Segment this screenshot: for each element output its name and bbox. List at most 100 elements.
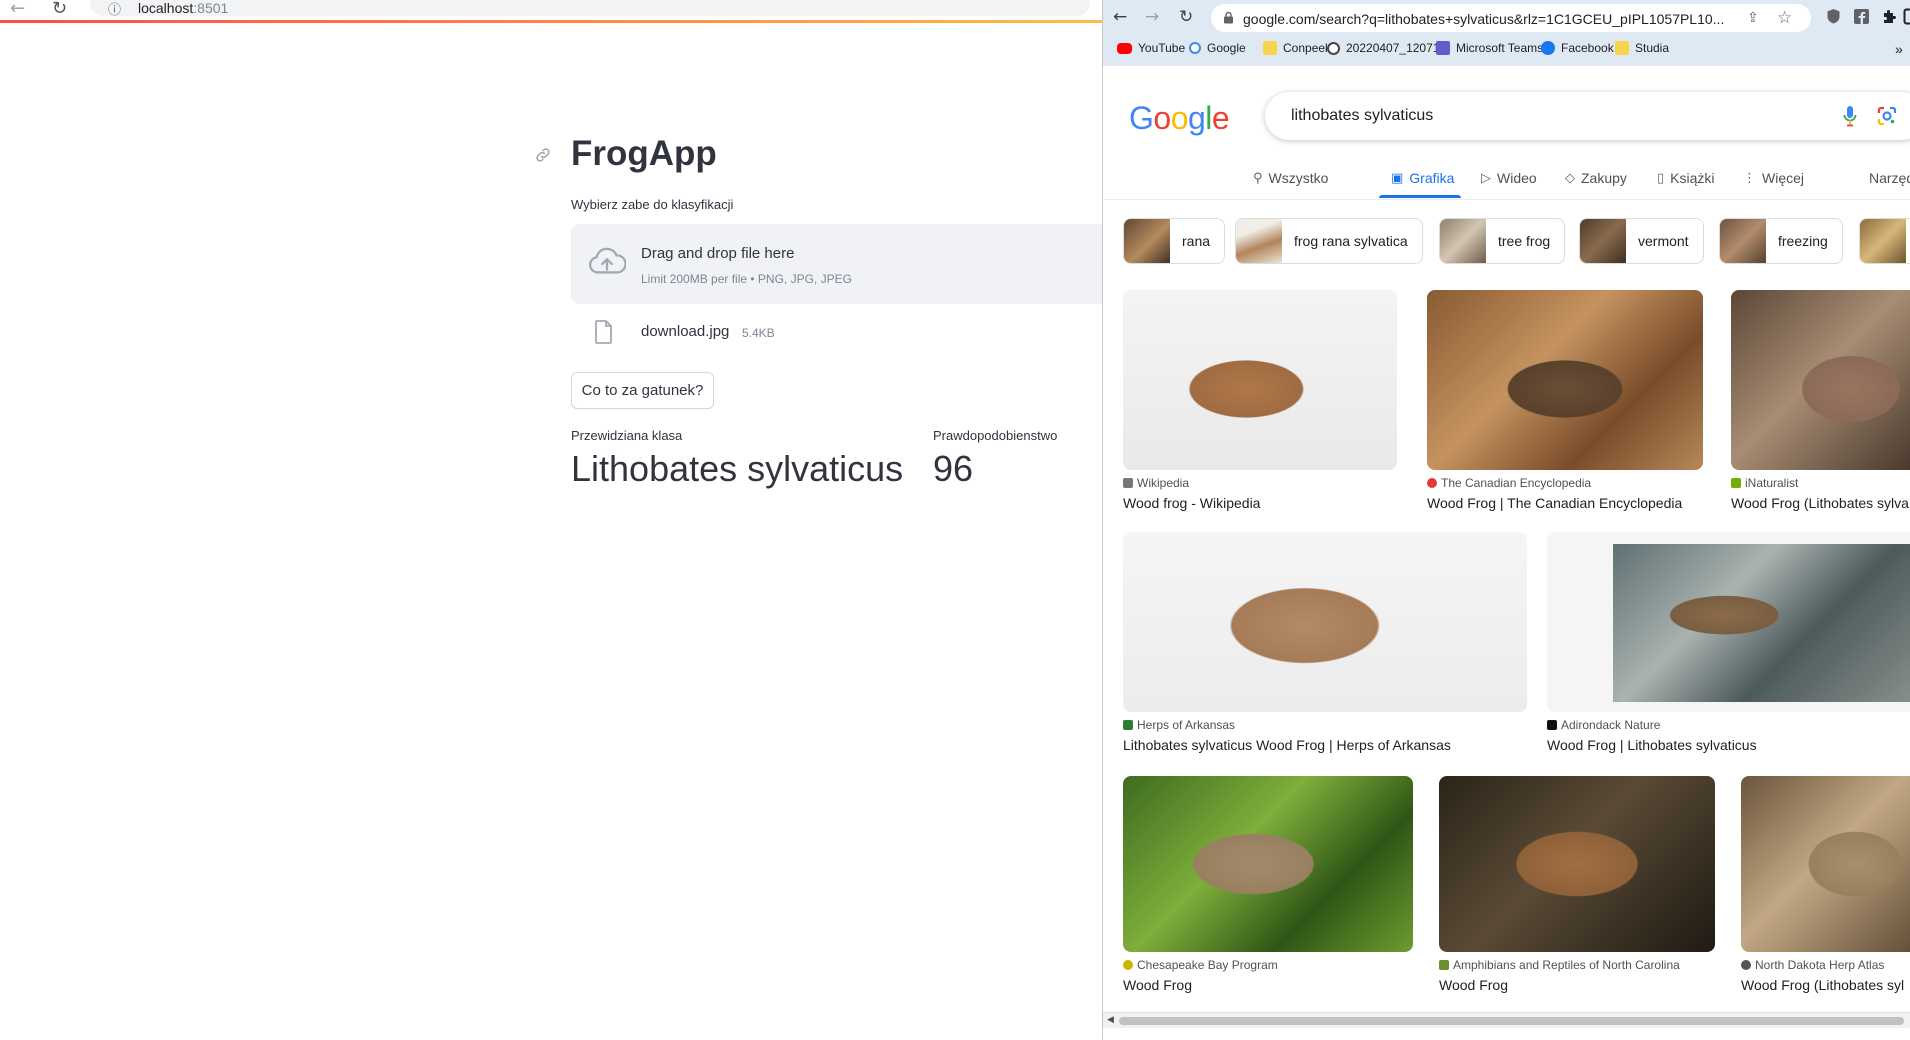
- logo-letter: g: [1187, 100, 1206, 136]
- tab-shopping[interactable]: ◇ Zakupy: [1565, 170, 1627, 186]
- bookmark-label: Facebook: [1561, 41, 1614, 55]
- puzzle-extension-icon[interactable]: [1881, 8, 1898, 25]
- microphone-icon[interactable]: [1843, 105, 1857, 127]
- chip-freezing[interactable]: freezing: [1719, 218, 1843, 264]
- reload-icon[interactable]: ↻: [52, 0, 67, 19]
- metric-label-probability: Prawdopodobienstwo: [933, 428, 1058, 443]
- lock-icon[interactable]: [1223, 11, 1234, 24]
- youtube-icon: [1117, 42, 1132, 54]
- chip-thumbnail: [1236, 219, 1282, 263]
- predict-button[interactable]: Co to za gatunek?: [571, 372, 714, 409]
- search-box[interactable]: lithobates sylvaticus: [1265, 92, 1910, 140]
- image-icon: ▣: [1391, 170, 1404, 186]
- chip-thumbnail: [1860, 219, 1906, 263]
- google-lens-icon[interactable]: [1877, 106, 1897, 126]
- info-icon[interactable]: ⓘ: [108, 0, 121, 18]
- tab-video[interactable]: ▷ Wideo: [1481, 170, 1537, 186]
- google-logo[interactable]: Google: [1129, 100, 1230, 137]
- search-query[interactable]: lithobates sylvaticus: [1291, 107, 1433, 125]
- link-icon[interactable]: [534, 146, 552, 164]
- scrollbar-thumb[interactable]: [1119, 1017, 1904, 1025]
- star-icon[interactable]: ☆: [1777, 8, 1792, 28]
- tab-images[interactable]: ▣ Grafika: [1391, 170, 1454, 186]
- bookmark-conpeek[interactable]: Conpeek: [1263, 41, 1331, 55]
- result-title[interactable]: Wood Frog: [1439, 977, 1508, 993]
- tab-all[interactable]: ⚲ Wszystko: [1253, 170, 1328, 186]
- bookmarks-bar: YouTube Google Conpeek 20220407_120713 M…: [1103, 38, 1910, 62]
- cloud-upload-icon: [589, 247, 626, 274]
- facebook-extension-icon[interactable]: [1853, 8, 1870, 25]
- result-source: Herps of Arkansas: [1137, 718, 1236, 732]
- uploader-label: Wybierz zabe do klasyfikacji: [571, 197, 734, 212]
- frog-image[interactable]: [1123, 290, 1397, 470]
- tab-label: Więcej: [1762, 170, 1805, 186]
- tab-label: Grafika: [1409, 170, 1455, 186]
- file-size: 5.4KB: [742, 326, 775, 340]
- herps-of-arkansas-favicon: [1123, 720, 1133, 730]
- bookmark-teams[interactable]: Microsoft Teams: [1436, 41, 1543, 55]
- back-arrow-icon[interactable]: ←: [1113, 7, 1127, 27]
- frog-image[interactable]: [1427, 290, 1703, 470]
- result-source: Amphibians and Reptiles of North Carolin…: [1453, 958, 1680, 972]
- metric-value-probability: 96: [933, 448, 974, 489]
- frog-image[interactable]: [1613, 544, 1910, 702]
- chrome-window: ← → ↻ google.com/search?q=lithobates+syl…: [1102, 0, 1910, 1040]
- more-icon: ⋮: [1743, 170, 1756, 186]
- reload-icon[interactable]: ↻: [1179, 7, 1193, 27]
- bookmark-label: Microsoft Teams: [1456, 41, 1544, 55]
- chip-tree-frog[interactable]: tree frog: [1439, 218, 1566, 264]
- bookmark-label: 20220407_120713: [1346, 41, 1447, 55]
- frog-image[interactable]: [1123, 532, 1527, 712]
- bookmark-20220407[interactable]: 20220407_120713: [1327, 41, 1446, 55]
- wikipedia-favicon: [1123, 478, 1133, 488]
- horizontal-scrollbar[interactable]: ◀: [1103, 1012, 1910, 1028]
- result-title[interactable]: Wood Frog | The Canadian Encyclopedia: [1427, 495, 1682, 511]
- chip-more[interactable]: [1859, 218, 1910, 264]
- bookmark-google[interactable]: Google: [1189, 41, 1246, 55]
- frog-image[interactable]: [1439, 776, 1715, 952]
- bookmark-label: Google: [1207, 41, 1246, 55]
- tab-more[interactable]: ⋮ Więcej: [1743, 170, 1804, 186]
- bookmarks-overflow-button[interactable]: »: [1895, 41, 1903, 57]
- result-title[interactable]: Wood frog - Wikipedia: [1123, 495, 1260, 511]
- north-dakota-herp-atlas-favicon: [1741, 960, 1751, 970]
- tag-icon: ◇: [1565, 170, 1575, 186]
- bookmark-studia[interactable]: Studia: [1615, 41, 1669, 55]
- file-dropzone[interactable]: Drag and drop file here Limit 200MB per …: [571, 224, 1102, 304]
- adirondack-nature-favicon: [1547, 720, 1557, 730]
- tab-tools[interactable]: Narzęd: [1869, 170, 1910, 186]
- chip-vermont[interactable]: vermont: [1579, 218, 1704, 264]
- frog-image[interactable]: [1731, 290, 1910, 470]
- tab-books[interactable]: ▯ Książki: [1657, 170, 1715, 186]
- address-bar[interactable]: google.com/search?q=lithobates+sylvaticu…: [1211, 4, 1811, 32]
- bookmark-facebook[interactable]: Facebook: [1541, 41, 1614, 55]
- logo-letter: o: [1170, 100, 1189, 136]
- forward-arrow-icon[interactable]: →: [1145, 7, 1159, 27]
- result-title[interactable]: Wood Frog: [1123, 977, 1192, 993]
- url-host: localhost: [138, 0, 194, 16]
- shield-extension-icon[interactable]: [1825, 8, 1842, 25]
- frog-image[interactable]: [1123, 776, 1413, 952]
- chip-label: tree frog: [1498, 233, 1551, 249]
- bookmark-youtube[interactable]: YouTube: [1117, 41, 1185, 55]
- sidepanel-icon[interactable]: [1903, 8, 1910, 25]
- tab-label: Wideo: [1497, 170, 1537, 186]
- scroll-left-arrow-icon[interactable]: ◀: [1107, 1015, 1114, 1025]
- chip-frog-rana-sylvatica[interactable]: frog rana sylvatica: [1235, 218, 1423, 264]
- share-icon[interactable]: ⇪: [1747, 10, 1759, 26]
- dropzone-limits: Limit 200MB per file • PNG, JPG, JPEG: [641, 272, 852, 286]
- result-title[interactable]: Wood Frog | Lithobates sylvaticus: [1547, 737, 1757, 753]
- back-arrow-icon[interactable]: ←: [10, 0, 25, 19]
- tabs-divider: [1103, 199, 1910, 200]
- left-address-bar[interactable]: ⓘ localhost:8501: [90, 0, 1090, 18]
- frog-image[interactable]: [1741, 776, 1910, 952]
- streamlit-decoration-bar: [0, 20, 1102, 23]
- chip-thumbnail: [1580, 219, 1626, 263]
- result-title[interactable]: Wood Frog (Lithobates syl: [1741, 977, 1904, 993]
- result-title[interactable]: Lithobates sylvaticus Wood Frog | Herps …: [1123, 737, 1451, 753]
- chip-rana[interactable]: rana: [1123, 218, 1226, 264]
- result-title[interactable]: Wood Frog (Lithobates sylva: [1731, 495, 1909, 511]
- metric-label-class: Przewidziana klasa: [571, 428, 683, 443]
- url-port: :8501: [193, 0, 229, 16]
- result-source: Chesapeake Bay Program: [1137, 958, 1278, 972]
